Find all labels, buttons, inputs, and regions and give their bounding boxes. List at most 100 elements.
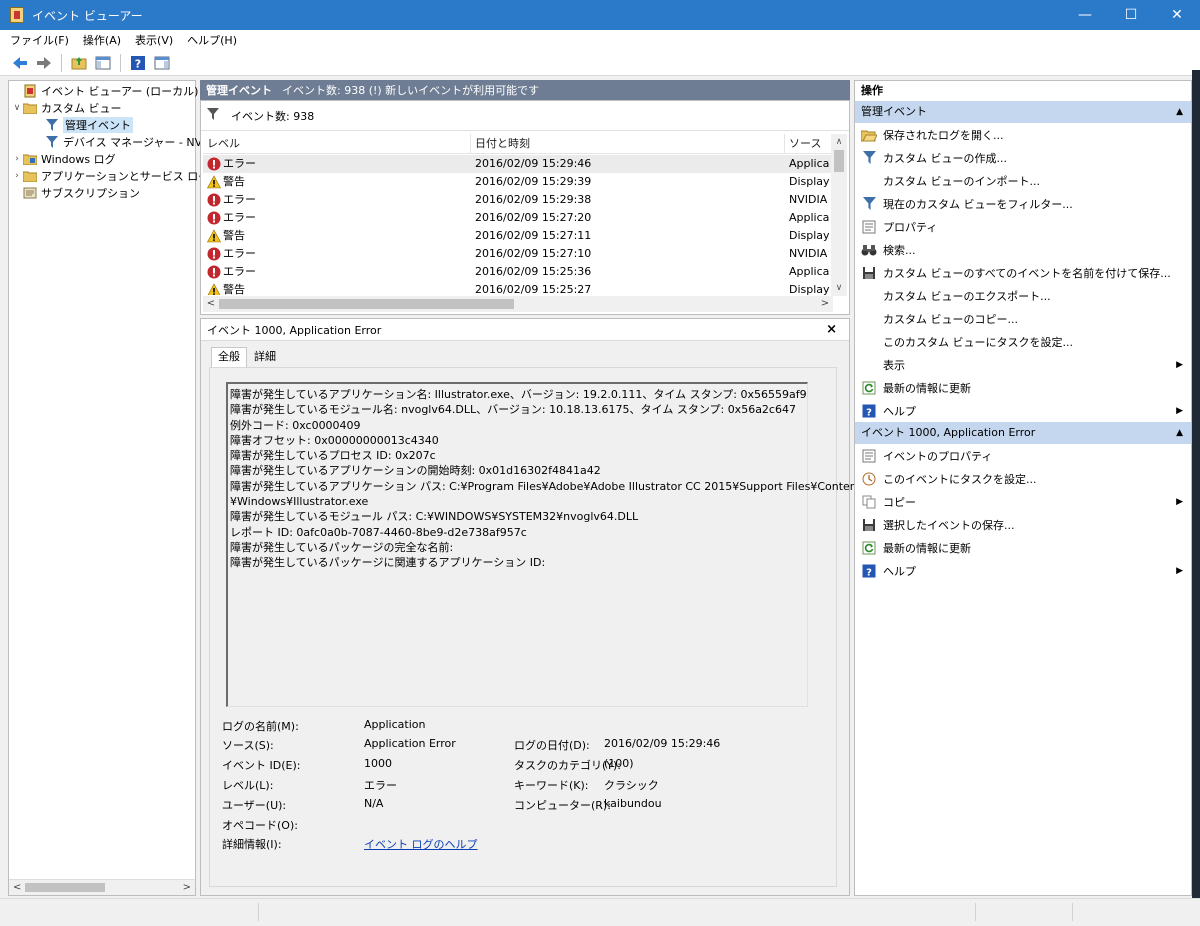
action-item[interactable]: ? ヘルプ ▶ [855,399,1191,422]
column-header-source[interactable]: ソース [785,134,833,154]
tree-item-subscriptions[interactable]: サブスクリプション [23,184,140,201]
action-item[interactable]: カスタム ビューのインポート... [855,169,1191,192]
up-folder-icon[interactable] [69,53,89,73]
prop-user: N/A [364,797,384,810]
scroll-left-icon[interactable]: < [13,882,21,893]
background-window-edge [1192,70,1200,926]
table-row[interactable]: エラー 2016/02/09 15:27:10 NVIDIA [203,245,833,263]
grid-vertical-scrollbar[interactable]: ∧ ∨ [831,134,847,296]
tree-item-label: カスタム ビュー [41,101,122,115]
close-detail-button[interactable]: × [826,322,837,337]
description-line: 障害が発生しているアプリケーションの開始時刻: 0x01d16302f4841a… [230,464,601,478]
scroll-right-icon[interactable]: > [183,882,191,893]
back-arrow-icon[interactable] [10,53,30,73]
grid-horizontal-scrollbar[interactable]: < > [203,296,833,312]
action-item[interactable]: このカスタム ビューにタスクを設定... [855,330,1191,353]
action-label: ヘルプ [883,404,916,418]
section-title: 管理イベント [861,105,927,118]
submenu-arrow-icon: ▶ [1176,359,1183,370]
event-count-info: イベント数: 938 (!) 新しいイベントが利用可能です [282,84,540,97]
tree-item-label: 管理イベント [63,116,133,133]
scroll-thumb[interactable] [219,299,514,309]
cell-source: NVIDIA [789,193,828,206]
chevron-right-icon[interactable]: › [11,171,23,181]
action-item[interactable]: カスタム ビューのコピー... [855,307,1191,330]
tree-item-device-manager[interactable]: デバイス マネージャー - NVID [45,133,214,150]
scroll-thumb[interactable] [834,150,844,172]
action-item[interactable]: コピー ▶ [855,490,1191,513]
event-viewer-icon [23,84,37,98]
menu-bar: ファイル(F) 操作(A) 表示(V) ヘルプ(H) [0,30,1200,50]
action-item[interactable]: プロパティ [855,215,1191,238]
table-row[interactable]: 警告 2016/02/09 15:25:27 Display [203,281,833,295]
menu-file[interactable]: ファイル(F) [10,32,69,48]
tree-item-app-service-logs[interactable]: › アプリケーションとサービス ログ [11,167,209,184]
menu-action[interactable]: 操作(A) [83,32,121,48]
submenu-arrow-icon: ▶ [1176,496,1183,507]
prop-source: Application Error [364,737,456,750]
action-item[interactable]: 最新の情報に更新 [855,376,1191,399]
show-hide-tree-icon[interactable] [93,53,113,73]
table-row[interactable]: 警告 2016/02/09 15:29:39 Display [203,173,833,191]
action-item[interactable]: カスタム ビューのエクスポート... [855,284,1191,307]
description-line: 障害が発生しているアプリケーション パス: C:¥Program Files¥A… [230,479,867,493]
actions-section-event[interactable]: イベント 1000, Application Error ▲ [855,422,1191,444]
section-title: イベント 1000, Application Error [861,426,1036,439]
table-row[interactable]: エラー 2016/02/09 15:29:38 NVIDIA [203,191,833,209]
cell-level: エラー [203,263,471,281]
forward-arrow-icon[interactable] [34,53,54,73]
prop-level: エラー [364,779,397,792]
close-button[interactable]: ✕ [1154,0,1200,30]
collapse-icon[interactable]: ▲ [1176,422,1183,444]
table-row[interactable]: エラー 2016/02/09 15:29:46 Applica [203,155,833,173]
event-log-help-link[interactable]: イベント ログのヘルプ [364,836,478,856]
table-row[interactable]: エラー 2016/02/09 15:27:20 Applica [203,209,833,227]
minimize-button[interactable]: — [1062,0,1108,30]
event-description[interactable]: 障害が発生しているアプリケーション名: Illustrator.exe、バージョ… [226,382,867,707]
table-row[interactable]: 警告 2016/02/09 15:27:11 Display [203,227,833,245]
maximize-button[interactable]: ☐ [1108,0,1154,30]
help-icon[interactable]: ? [128,53,148,73]
chevron-right-icon[interactable]: › [11,154,23,164]
action-item[interactable]: カスタム ビューの作成... [855,146,1191,169]
action-label: 表示 [883,358,905,372]
menu-help[interactable]: ヘルプ(H) [187,32,237,48]
actions-list-event: イベントのプロパティ このイベントにタスクを設定... コピー ▶ 選択したイベントの保… [855,444,1191,582]
action-item[interactable]: このイベントにタスクを設定... [855,467,1191,490]
tree-item-windows-logs[interactable]: › Windows ログ [11,150,115,167]
collapse-icon[interactable]: ▲ [1176,101,1183,123]
tree-item-admin-events[interactable]: 管理イベント [45,116,133,133]
scroll-thumb[interactable] [25,883,105,892]
table-row[interactable]: エラー 2016/02/09 15:25:36 Applica [203,263,833,281]
tree-item-event-viewer[interactable]: イベント ビューアー (ローカル) [11,82,198,99]
action-item[interactable]: 最新の情報に更新 [855,536,1191,559]
action-item[interactable]: 現在のカスタム ビューをフィルター... [855,192,1191,215]
action-item[interactable]: イベントのプロパティ [855,444,1191,467]
tree-horizontal-scrollbar[interactable]: < > [9,879,195,895]
actions-section-admin-events[interactable]: 管理イベント ▲ [855,101,1191,123]
action-item[interactable]: カスタム ビューのすべてのイベントを名前を付けて保存... [855,261,1191,284]
chevron-down-icon[interactable]: ∨ [11,103,23,113]
column-header-datetime[interactable]: 日付と時刻 [471,134,785,154]
scroll-left-icon[interactable]: < [203,296,219,312]
tree-item-custom-views[interactable]: ∨ カスタム ビュー [11,99,122,116]
action-item[interactable]: 保存されたログを開く... [855,123,1191,146]
scroll-right-icon[interactable]: > [817,296,833,312]
scroll-down-icon[interactable]: ∨ [831,280,847,296]
action-item[interactable]: 表示 ▶ [855,353,1191,376]
scroll-up-icon[interactable]: ∧ [831,134,847,150]
submenu-arrow-icon: ▶ [1176,405,1183,416]
column-header-level[interactable]: レベル [203,134,471,154]
description-line: 障害が発生しているプロセス ID: 0x207c [230,449,436,463]
action-item[interactable]: 選択したイベントの保存... [855,513,1191,536]
action-item[interactable]: 検索... [855,238,1191,261]
binoculars-icon [861,242,877,258]
tab-general[interactable]: 全般 [211,347,247,367]
menu-view[interactable]: 表示(V) [135,32,173,48]
tab-details[interactable]: 詳細 [247,347,283,367]
event-detail-panel: イベント 1000, Application Error × 全般 詳細 障害が… [200,318,867,896]
action-item[interactable]: ? ヘルプ ▶ [855,559,1191,582]
action-label: カスタム ビューの作成... [883,151,1007,165]
show-hide-action-pane-icon[interactable] [152,53,172,73]
level-text: エラー [223,211,256,224]
